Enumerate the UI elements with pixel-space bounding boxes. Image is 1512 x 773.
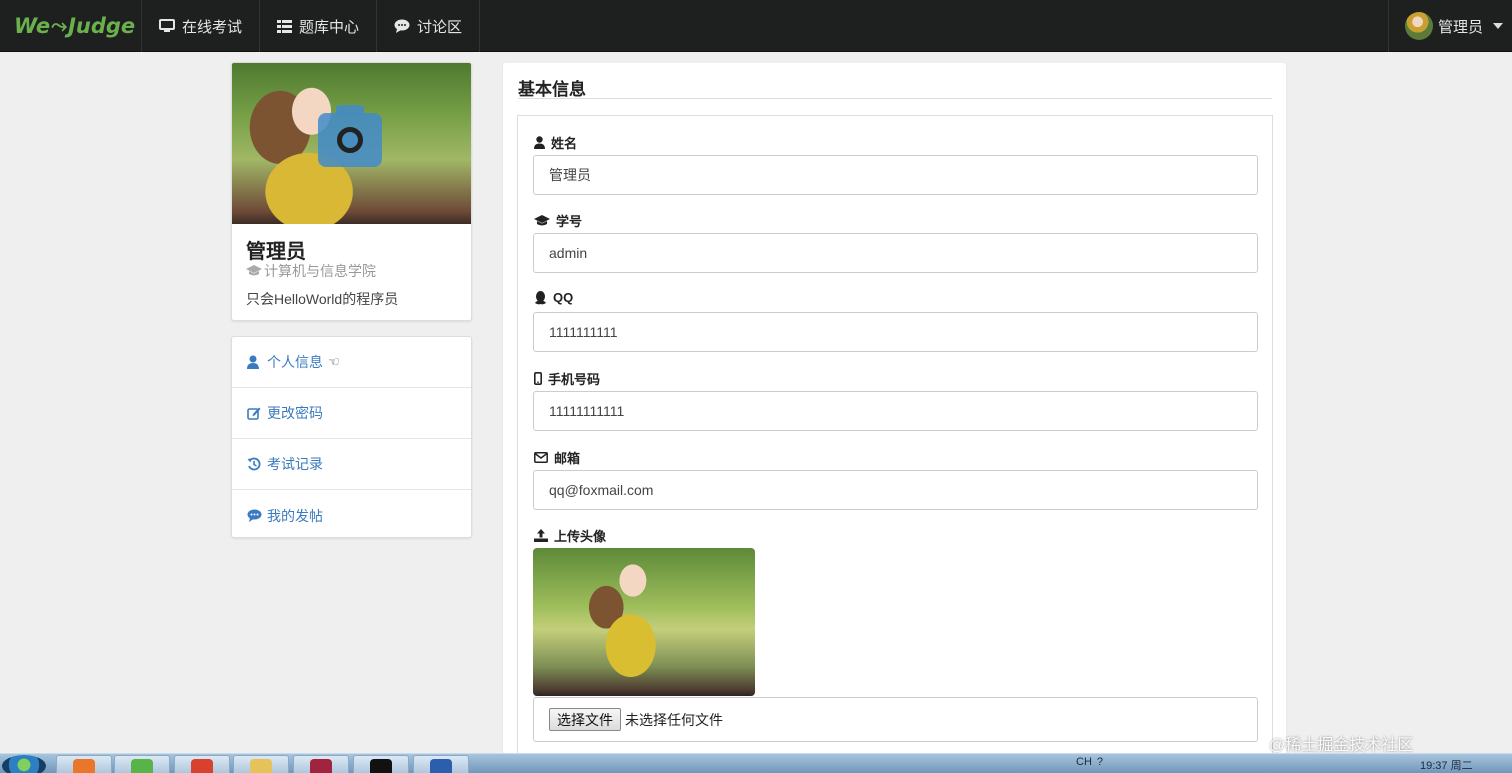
- profile-photo[interactable]: [232, 63, 471, 224]
- email-label: 邮箱: [534, 448, 580, 467]
- choose-file-button[interactable]: 选择文件: [549, 708, 621, 731]
- avatar-preview-image: [533, 548, 755, 696]
- nav-item-label: 题库中心: [299, 18, 360, 36]
- phone-input[interactable]: [533, 391, 1258, 431]
- camera-icon[interactable]: [318, 105, 382, 167]
- name-input[interactable]: [533, 155, 1258, 195]
- qq-label-text: QQ: [553, 290, 574, 305]
- brand-logo[interactable]: We ⤳ Judge: [0, 0, 142, 52]
- edit-icon: [247, 406, 267, 420]
- sidebar-item-label: 更改密码: [267, 405, 323, 421]
- profile-school-text: 计算机与信息学院: [264, 263, 376, 279]
- name-label: 姓名: [534, 133, 577, 152]
- system-tray: CH ?: [1076, 756, 1103, 768]
- nav-item-forum[interactable]: 讨论区: [377, 0, 481, 52]
- email-input[interactable]: [533, 470, 1258, 510]
- file-status-text: 未选择任何文件: [625, 711, 723, 728]
- os-taskbar: CH ? 19:37 周二: [0, 753, 1512, 773]
- taskbar-clock[interactable]: 19:37 周二: [1420, 757, 1473, 773]
- comment-icon: [394, 19, 410, 33]
- taskbar-app-green[interactable]: [114, 755, 170, 773]
- student-id-label-text: 学号: [556, 214, 583, 229]
- avatar: [1405, 12, 1433, 40]
- graduation-cap-icon: [534, 214, 550, 227]
- name-label-text: 姓名: [551, 136, 578, 151]
- phone-label: 手机号码: [534, 369, 600, 388]
- watermark-text: @稀土掘金技术社区: [1269, 737, 1414, 754]
- sidebar-item-exam-records[interactable]: 考试记录: [232, 439, 471, 490]
- taskbar-app-word[interactable]: [413, 755, 469, 773]
- taskbar-app-terminal[interactable]: [353, 755, 409, 773]
- history-icon: [247, 457, 267, 471]
- tray-language[interactable]: CH: [1076, 756, 1092, 768]
- profile-name: 管理员: [246, 241, 306, 263]
- qq-label: QQ: [534, 290, 573, 305]
- sidebar-item-my-posts[interactable]: 我的发帖: [232, 490, 471, 541]
- sidebar-item-label: 考试记录: [267, 456, 323, 472]
- student-id-input[interactable]: [533, 233, 1258, 273]
- sidebar-item-personal-info[interactable]: 个人信息 ☜: [232, 337, 471, 388]
- user-icon: [534, 136, 545, 149]
- student-id-label: 学号: [534, 211, 582, 230]
- file-upload-field[interactable]: 选择文件 未选择任何文件: [533, 697, 1258, 742]
- user-name: 管理员: [1438, 18, 1484, 36]
- chevron-down-icon: [1493, 23, 1504, 29]
- taskbar-app-firefox[interactable]: [56, 755, 112, 773]
- qq-icon: [534, 290, 547, 305]
- upload-avatar-label-text: 上传头像: [554, 529, 607, 544]
- profile-card: 管理员 计算机与信息学院 只会HelloWorld的程序员: [231, 62, 472, 321]
- title-divider: [518, 98, 1272, 99]
- graduation-cap-icon: [246, 265, 262, 277]
- profile-school: 计算机与信息学院: [246, 261, 376, 281]
- brand-mark-icon: ⤳: [51, 14, 68, 37]
- upload-icon: [534, 529, 548, 542]
- phone-label-text: 手机号码: [548, 372, 601, 387]
- taskbar-app-chrome[interactable]: [174, 755, 230, 773]
- nav-item-label: 讨论区: [417, 18, 463, 36]
- nav-item-online-exam[interactable]: 在线考试: [142, 0, 261, 52]
- side-menu: 个人信息 ☜ 更改密码 考试记录 我的发帖: [231, 336, 472, 538]
- upload-avatar-label: 上传头像: [534, 526, 606, 545]
- brand-judge-text: Judge: [68, 14, 136, 38]
- page-title: 基本信息: [518, 80, 586, 99]
- nav-item-question-bank[interactable]: 题库中心: [260, 0, 378, 52]
- sidebar-item-label: 个人信息: [267, 354, 323, 370]
- start-button[interactable]: [2, 755, 46, 773]
- taskbar-app-explorer[interactable]: [233, 755, 289, 773]
- nav-menu: 在线考试 题库中心 讨论区: [142, 0, 481, 52]
- watermark: @稀土掘金技术社区: [1269, 731, 1413, 755]
- list-icon: [277, 19, 293, 33]
- comments-icon: [247, 509, 267, 522]
- monitor-icon: [159, 19, 175, 33]
- profile-form: 姓名 学号 QQ 手机号码: [517, 115, 1273, 773]
- user-icon: [247, 355, 267, 369]
- sidebar-item-change-password[interactable]: 更改密码: [232, 388, 471, 439]
- mobile-icon: [534, 372, 542, 385]
- nav-item-label: 在线考试: [182, 18, 243, 36]
- tray-help[interactable]: ?: [1097, 756, 1103, 768]
- email-label-text: 邮箱: [554, 451, 581, 466]
- taskbar-app-intellij[interactable]: [293, 755, 349, 773]
- basic-info-panel: 基本信息 姓名 学号 QQ: [503, 63, 1286, 773]
- qq-input[interactable]: [533, 312, 1258, 352]
- envelope-icon: [534, 452, 548, 463]
- profile-bio: 只会HelloWorld的程序员: [246, 291, 399, 307]
- brand-we-text: We: [14, 14, 51, 38]
- user-dropdown[interactable]: 管理员: [1388, 0, 1512, 52]
- sidebar-item-label: 我的发帖: [267, 507, 323, 524]
- hand-pointer-icon: ☜: [328, 354, 340, 369]
- camera-lens: [337, 127, 363, 153]
- top-navbar: We ⤳ Judge 在线考试 题库中心 讨论区 管理员: [0, 0, 1512, 52]
